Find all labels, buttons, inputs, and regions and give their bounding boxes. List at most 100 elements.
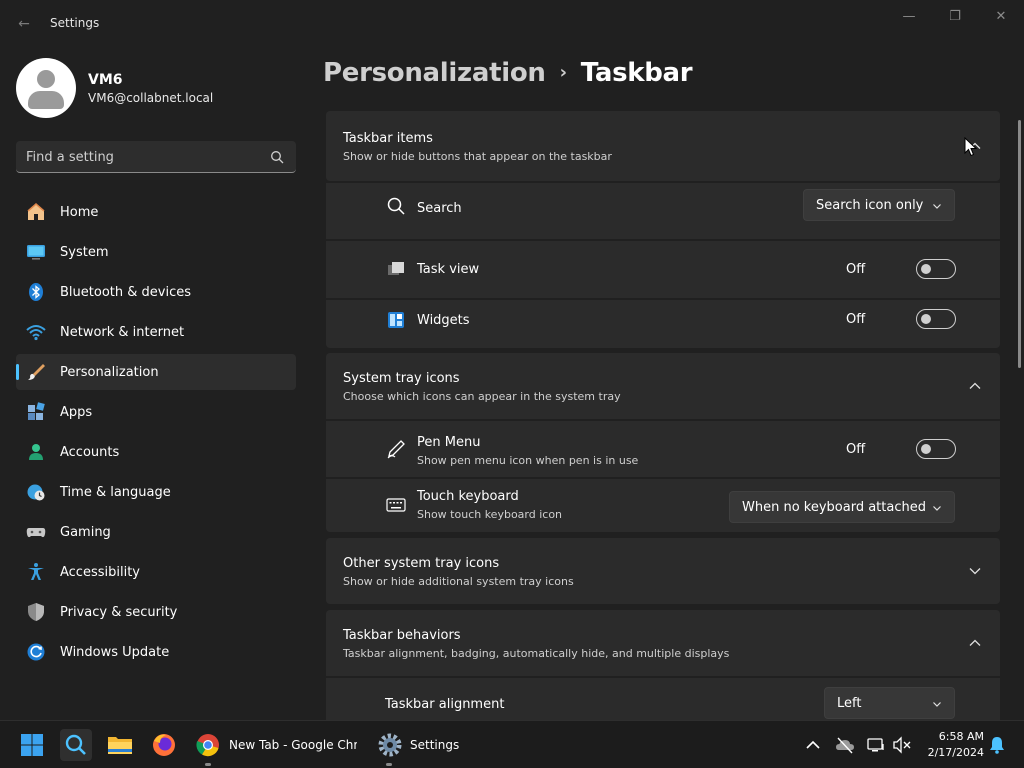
settings-window-label[interactable]: Settings [410,738,470,752]
section-taskbar-behaviors[interactable]: Taskbar behaviors Taskbar alignment, bad… [326,610,1000,676]
chevron-up-icon[interactable] [968,636,982,650]
sidebar-item-privacy[interactable]: Privacy & security [16,594,296,630]
home-icon [27,203,45,220]
gear-icon [378,733,402,757]
notification-bell-icon[interactable] [987,735,1007,755]
settings-content: Taskbar items Show or hide buttons that … [326,110,1000,720]
clock-globe-icon [27,484,45,501]
toggle-knob [921,314,931,324]
search-mode-dropdown[interactable]: Search icon only [803,189,955,221]
maximize-button[interactable]: ❐ [944,8,966,26]
sidebar-item-apps[interactable]: Apps [16,394,296,430]
gamepad-icon [26,528,46,538]
search-icon[interactable] [270,150,284,164]
firefox-button[interactable] [148,729,180,761]
section-system-tray-icons[interactable]: System tray icons Choose which icons can… [326,353,1000,419]
sidebar-item-label: Time & language [60,485,171,500]
sidebar-item-accessibility[interactable]: Accessibility [16,554,296,590]
minimize-button[interactable]: — [898,8,920,26]
brush-icon [28,364,45,380]
sidebar-item-system[interactable]: System [16,234,296,270]
sidebar-item-label: Personalization [60,365,159,380]
taskbar-alignment-dropdown[interactable]: Left [824,687,955,719]
dropdown-value: Search icon only [816,198,924,213]
section-description: Choose which icons can appear in the sys… [343,390,621,403]
touch-keyboard-dropdown[interactable]: When no keyboard attached [729,491,955,523]
chrome-running-indicator [205,763,211,766]
toggle-state: Off [846,442,866,457]
setting-row-search: Search Search icon only [326,183,1000,239]
sidebar-item-label: Privacy & security [60,605,178,620]
pen-menu-toggle-group: Off [846,439,956,461]
sidebar-item-time-language[interactable]: Time & language [16,474,296,510]
sidebar-item-home[interactable]: Home [16,194,296,230]
content-scrollbar[interactable] [1018,120,1021,368]
sidebar-item-network[interactable]: Network & internet [16,314,296,350]
search-input[interactable] [26,147,266,167]
breadcrumb-parent[interactable]: Personalization [323,58,546,88]
sidebar-item-personalization[interactable]: Personalization [16,354,296,390]
search-icon [387,197,405,215]
chevron-down-icon [933,204,941,209]
folder-icon [108,737,132,754]
widgets-toggle-group: Off [846,309,956,331]
sidebar-item-gaming[interactable]: Gaming [16,514,296,550]
toggle-knob [921,444,931,454]
avatar[interactable] [16,58,76,118]
sidebar-item-windows-update[interactable]: Windows Update [16,634,296,670]
start-button[interactable] [16,729,48,761]
close-button[interactable]: ✕ [990,8,1012,26]
chrome-icon [196,734,219,757]
chevron-down-icon [933,702,941,707]
taskbar-search-button[interactable] [60,729,92,761]
dropdown-value: Left [837,696,862,711]
chrome-window-label[interactable]: New Tab - Google Chrome [229,738,357,752]
settings-running-indicator [386,763,392,766]
onedrive-offline-icon[interactable] [835,735,855,755]
setting-row-taskbar-alignment: Taskbar alignment Left [326,678,1000,720]
sidebar-item-label: Accessibility [60,565,140,580]
volume-muted-icon[interactable] [892,735,912,755]
setting-description: Show pen menu icon when pen is in use [417,454,639,467]
toggle-state: Off [846,262,866,277]
chevron-up-icon[interactable] [803,735,823,755]
section-other-tray-icons[interactable]: Other system tray icons Show or hide add… [326,538,1000,604]
chrome-button[interactable] [192,729,224,761]
settings-button[interactable] [374,729,406,761]
setting-row-pen-menu: Pen Menu Show pen menu icon when pen is … [326,421,1000,477]
clock-time[interactable]: 6:58 AM [924,730,984,743]
breadcrumb-separator: › [559,62,567,83]
network-disconnected-icon[interactable] [866,735,886,755]
clock-date[interactable]: 2/17/2024 [918,746,984,759]
setting-label: Touch keyboard [417,489,519,504]
dropdown-value: When no keyboard attached [742,500,926,515]
sidebar-item-bluetooth[interactable]: Bluetooth & devices [16,274,296,310]
keyboard-icon [386,498,406,512]
chevron-down-icon[interactable] [968,564,982,578]
sidebar-item-label: Bluetooth & devices [60,285,191,300]
sidebar-item-label: System [60,245,109,260]
search-icon [65,734,86,755]
pen-menu-toggle[interactable] [916,439,956,459]
task-view-icon [388,262,404,275]
user-name: VM6 [88,72,123,88]
firefox-icon [153,734,175,756]
chevron-up-icon[interactable] [968,379,982,393]
setting-row-touch-keyboard: Touch keyboard Show touch keyboard icon … [326,479,1000,532]
user-email: VM6@collabnet.local [88,91,214,105]
task-view-toggle-group: Off [846,259,956,281]
setting-row-widgets: Widgets Off [326,300,1000,348]
sidebar-item-accounts[interactable]: Accounts [16,434,296,470]
pen-icon [387,440,405,459]
breadcrumb: Personalization › Taskbar [323,58,693,88]
task-view-toggle[interactable] [916,259,956,279]
system-icon [27,245,45,260]
window-title: Settings [50,16,100,30]
search-box[interactable] [16,141,296,173]
setting-description: Show touch keyboard icon [417,508,563,521]
toggle-state: Off [846,312,866,327]
back-button[interactable]: ← [14,14,34,34]
section-taskbar-items[interactable]: Taskbar items Show or hide buttons that … [326,111,1000,181]
file-explorer-button[interactable] [104,729,136,761]
widgets-toggle[interactable] [916,309,956,329]
